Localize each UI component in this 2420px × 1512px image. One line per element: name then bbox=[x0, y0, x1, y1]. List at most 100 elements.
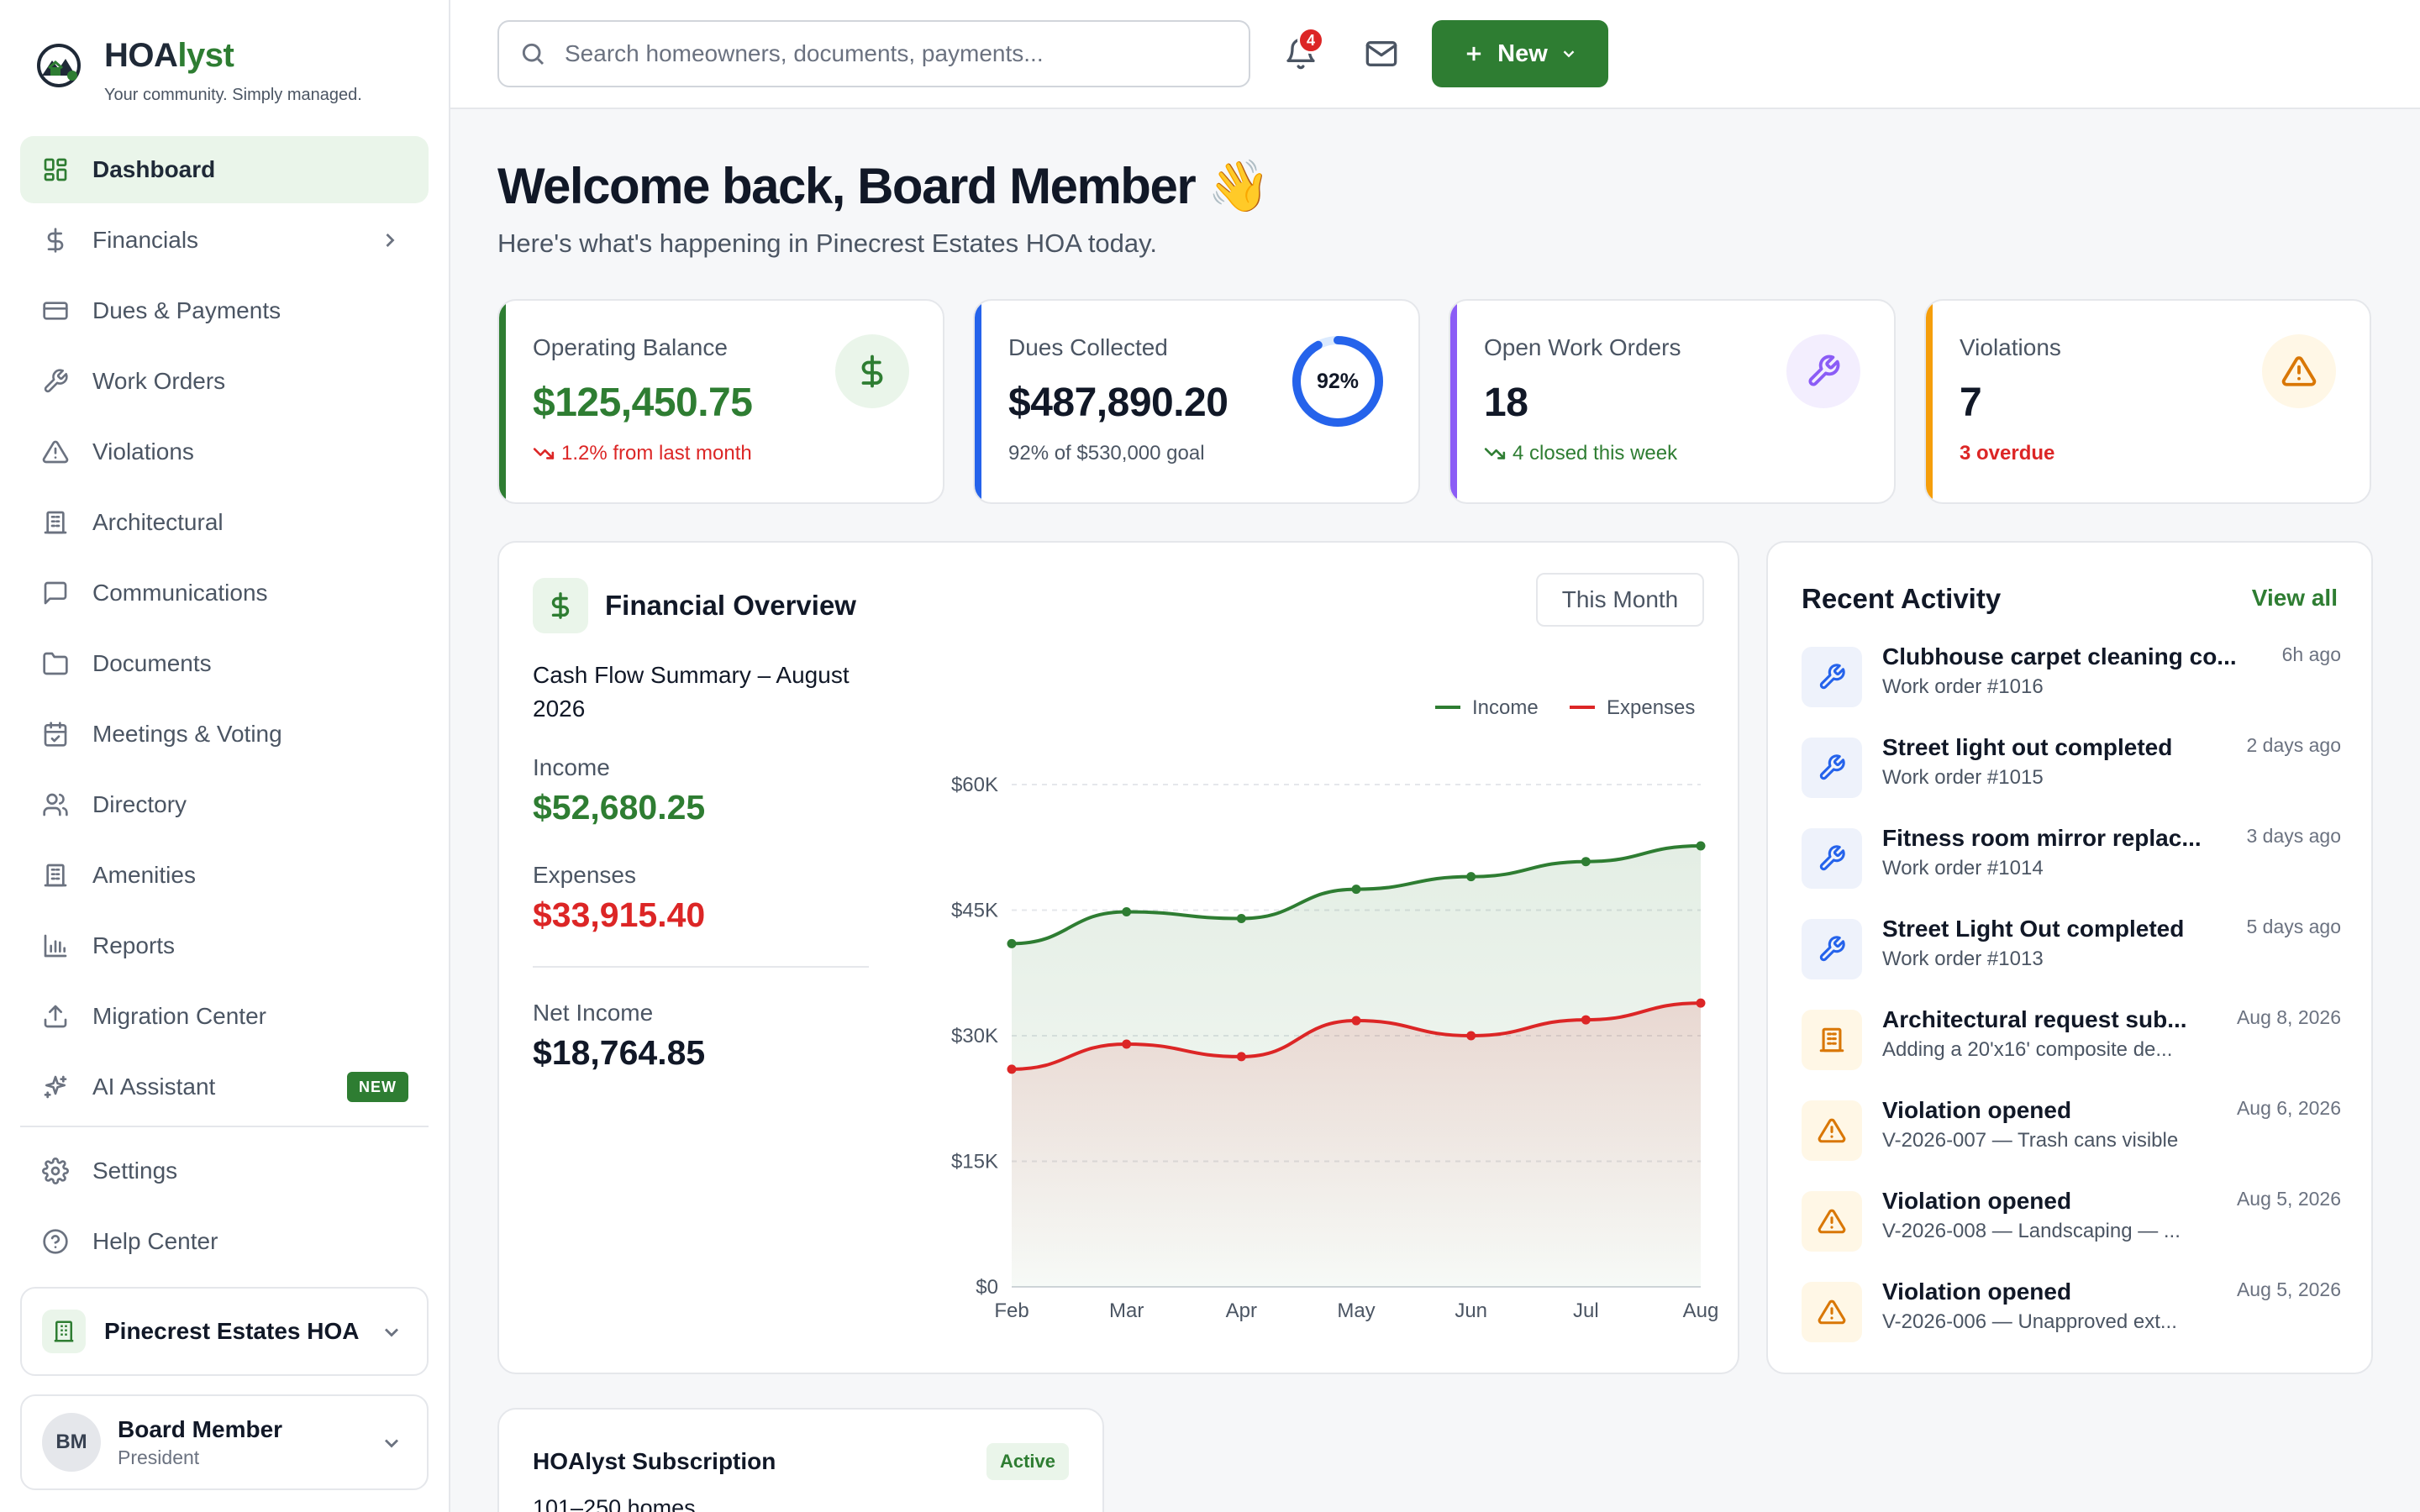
stat-card-open-work-orders[interactable]: Open Work Orders 18 4 closed this week bbox=[1449, 299, 1896, 504]
activity-subtitle: Work order #1013 bbox=[1882, 948, 2044, 970]
mail-icon[interactable] bbox=[1361, 34, 1402, 74]
chevron-right-icon[interactable] bbox=[378, 228, 402, 252]
sidebar-item-label: Documents bbox=[92, 650, 212, 676]
stat-card-operating-balance[interactable]: Operating Balance $125,450.75 1.2% from … bbox=[497, 299, 944, 504]
activity-item[interactable]: Street Light Out completed Work order #10… bbox=[1802, 916, 2341, 991]
stat-sub-text: 4 closed this week bbox=[1512, 442, 1678, 465]
legend-label: Expenses bbox=[1607, 696, 1695, 719]
activity-subtitle: Work order #1015 bbox=[1882, 766, 2044, 789]
user-menu[interactable]: BM Board Member President bbox=[20, 1394, 429, 1490]
chevron-down-icon bbox=[1563, 50, 1575, 58]
sidebar-item-violations[interactable]: Violations bbox=[20, 418, 429, 486]
subscription-panel: HOAlyst Subscription Active 101–250 home… bbox=[497, 1408, 1104, 1512]
stat-value: 18 bbox=[1484, 381, 1528, 425]
activity-timestamp: 2 days ago bbox=[2246, 734, 2341, 756]
activity-item[interactable]: Fitness room mirror replac... Work order … bbox=[1802, 825, 2341, 900]
activity-item[interactable]: Violation opened V-2026-008 — Landscaping… bbox=[1802, 1188, 2341, 1263]
activity-item[interactable]: Clubhouse carpet cleaning co... Work orde… bbox=[1802, 643, 2341, 719]
activity-subtitle: Work order #1014 bbox=[1882, 857, 2044, 879]
sidebar-item-meetings-voting[interactable]: Meetings & Voting bbox=[20, 701, 429, 768]
chevron-down-icon bbox=[380, 1320, 403, 1348]
stat-trend: 1.2% from last month bbox=[533, 442, 752, 465]
sidebar-item-financials[interactable]: Financials bbox=[20, 207, 429, 274]
x-tick-label: Jun bbox=[1455, 1299, 1487, 1322]
activity-item[interactable]: Street light out completed Work order #10… bbox=[1802, 734, 2341, 810]
sidebar: HOAlyst Your community. Simply managed. … bbox=[0, 0, 450, 1512]
sidebar-item-documents[interactable]: Documents bbox=[20, 630, 429, 697]
activity-subtitle: Adding a 20'x16' composite de... bbox=[1882, 1038, 2173, 1061]
sidebar-item-dues-payments[interactable]: Dues & Payments bbox=[20, 277, 429, 344]
activity-subtitle: V-2026-008 — Landscaping — ... bbox=[1882, 1220, 2181, 1242]
activity-item[interactable]: Violation opened V-2026-006 — Unapproved … bbox=[1802, 1278, 2341, 1354]
activity-subtitle: Work order #1016 bbox=[1882, 675, 2044, 698]
income-point bbox=[1007, 938, 1017, 948]
user-role: President bbox=[118, 1446, 200, 1468]
expenses-point bbox=[1122, 1039, 1132, 1049]
new-button[interactable]: New bbox=[1432, 20, 1608, 87]
expenses-point bbox=[1236, 1052, 1246, 1062]
income-point bbox=[1122, 906, 1132, 916]
folder-icon bbox=[40, 648, 71, 679]
y-tick-label: $45K bbox=[951, 900, 998, 922]
net-income-value: $18,764.85 bbox=[533, 1033, 706, 1072]
sidebar-item-communications[interactable]: Communications bbox=[20, 559, 429, 627]
sidebar-item-directory[interactable]: Directory bbox=[20, 771, 429, 838]
stat-accent-bar bbox=[975, 301, 981, 502]
activity-item[interactable]: Architectural request sub... Adding a 20'… bbox=[1802, 1006, 2341, 1082]
wrench-icon bbox=[1802, 738, 1862, 798]
view-all-link[interactable]: View all bbox=[2252, 585, 2338, 612]
search-box[interactable] bbox=[497, 20, 1250, 87]
sidebar-item-amenities[interactable]: Amenities bbox=[20, 842, 429, 909]
sidebar-item-label: Meetings & Voting bbox=[92, 721, 282, 747]
income-point bbox=[1581, 857, 1591, 867]
credit-card-icon bbox=[40, 296, 71, 326]
stat-accent-bar bbox=[1450, 301, 1457, 502]
progress-ring-label: 92% bbox=[1316, 369, 1360, 393]
y-tick-label: $30K bbox=[951, 1025, 998, 1047]
sidebar-item-architectural[interactable]: Architectural bbox=[20, 489, 429, 556]
cash-flow-chart: $0 $15K $30K $45K $60K Feb Mar Apr May Jun Jul Aug … bbox=[919, 643, 1718, 1366]
sidebar-item-migration-center[interactable]: Migration Center bbox=[20, 983, 429, 1050]
cash-flow-chart-svg: $0$15K$30K$45K$60KFeb Mar Apr May Jun Jul Aug … bbox=[951, 696, 1718, 1322]
activity-subtitle: V-2026-007 — Trash cans visible bbox=[1882, 1129, 2179, 1152]
stat-value: 7 bbox=[1960, 381, 1982, 425]
stat-trend: 4 closed this week bbox=[1484, 442, 1677, 465]
dollar-icon bbox=[861, 354, 883, 388]
sparkles-icon bbox=[40, 1072, 71, 1102]
y-tick-label: $0 bbox=[976, 1276, 998, 1299]
sidebar-item-label: Settings bbox=[92, 1158, 178, 1184]
activity-title: Street Light Out completed bbox=[1882, 916, 2185, 942]
calendar-check-icon bbox=[40, 719, 71, 749]
wrench-icon bbox=[40, 366, 71, 396]
period-select-button[interactable]: This Month bbox=[1536, 573, 1704, 627]
sidebar-nav: Dashboard Financials Dues & Payments Wor… bbox=[20, 136, 429, 1278]
stat-sub-text: 3 overdue bbox=[1960, 442, 2055, 465]
search-icon bbox=[522, 43, 544, 66]
activity-item[interactable]: Violation opened V-2026-007 — Trash cans … bbox=[1802, 1097, 2341, 1173]
activity-title: Architectural request sub... bbox=[1882, 1006, 2187, 1032]
activity-timestamp: 5 days ago bbox=[2246, 916, 2341, 937]
subscription-plan: 101–250 homes bbox=[533, 1495, 696, 1512]
sidebar-item-reports[interactable]: Reports bbox=[20, 912, 429, 979]
divider bbox=[533, 966, 869, 968]
search-input[interactable] bbox=[565, 40, 1220, 67]
sidebar-item-ai-assistant[interactable]: AI Assistant NEW bbox=[20, 1053, 429, 1121]
bar-chart-icon bbox=[40, 931, 71, 961]
sidebar-item-dashboard[interactable]: Dashboard bbox=[20, 136, 429, 203]
income-label: Income bbox=[533, 754, 610, 780]
expenses-value: $33,915.40 bbox=[533, 895, 706, 934]
stat-sub-text: 92% of $530,000 goal bbox=[1008, 442, 1205, 465]
activity-title: Violation opened bbox=[1882, 1278, 2072, 1305]
stat-card-dues-collected[interactable]: Dues Collected $487,890.20 92% of $530,0… bbox=[973, 299, 1420, 504]
user-name: Board Member bbox=[118, 1415, 283, 1442]
sidebar-item-work-orders[interactable]: Work Orders bbox=[20, 348, 429, 415]
sidebar-item-help-center[interactable]: Help Center bbox=[20, 1208, 429, 1275]
dollar-icon bbox=[533, 578, 588, 633]
avatar: BM bbox=[42, 1413, 101, 1472]
topbar: 4 New bbox=[450, 0, 2420, 109]
org-switcher[interactable]: Pinecrest Estates HOA bbox=[20, 1287, 429, 1376]
new-button-label: New bbox=[1497, 39, 1548, 67]
sidebar-item-label: Architectural bbox=[92, 509, 224, 535]
sidebar-item-settings[interactable]: Settings bbox=[20, 1137, 429, 1205]
stat-card-violations[interactable]: Violations 7 3 overdue bbox=[1924, 299, 2371, 504]
